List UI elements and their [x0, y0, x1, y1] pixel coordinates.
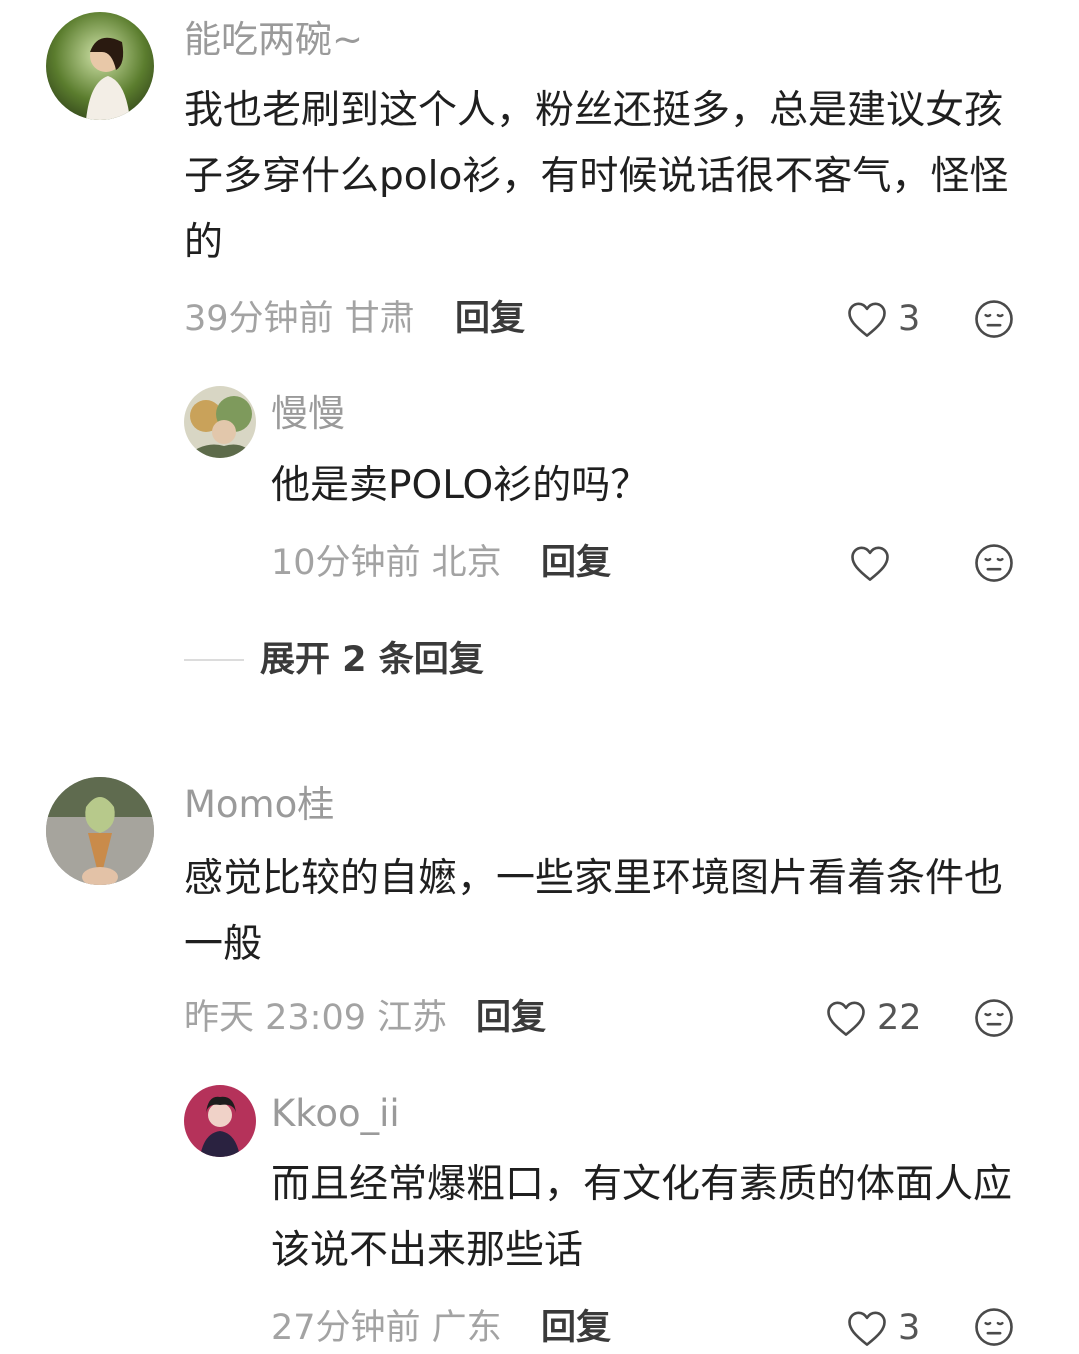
dislike-button[interactable]	[973, 542, 1015, 584]
avatar[interactable]	[184, 386, 256, 458]
reply-text: 而且经常爆粗口，有文化有素质的体面人应该说不出来那些话	[271, 1162, 1013, 1273]
username[interactable]: 慢慢	[271, 392, 345, 436]
heart-outline-icon	[846, 299, 888, 339]
like-button[interactable]: 22	[825, 996, 922, 1040]
meh-face-icon	[973, 997, 1015, 1039]
expand-replies-button[interactable]: 展开 2 条回复	[184, 638, 484, 682]
reply-button[interactable]: 回复	[541, 541, 611, 585]
reply-button[interactable]: 回复	[455, 297, 525, 341]
meh-face-icon	[973, 542, 1015, 584]
heart-outline-icon	[849, 543, 891, 583]
reply-time-location: 10分钟前 北京	[271, 543, 502, 583]
heart-outline-icon	[825, 998, 867, 1038]
reply-button[interactable]: 回复	[541, 1306, 611, 1350]
meh-face-icon	[973, 1306, 1015, 1348]
dislike-button[interactable]	[973, 1306, 1015, 1348]
dislike-button[interactable]	[973, 997, 1015, 1039]
reply-time-location: 27分钟前 广东	[271, 1308, 502, 1348]
like-button[interactable]: 3	[846, 1306, 920, 1350]
dislike-button[interactable]	[973, 298, 1015, 340]
divider-line	[184, 659, 244, 661]
like-count: 3	[898, 1308, 921, 1348]
expand-replies-label: 展开 2 条回复	[260, 640, 484, 680]
meh-face-icon	[973, 298, 1015, 340]
comment-time-location: 39分钟前 甘肃	[184, 299, 415, 339]
username[interactable]: Momo桂	[184, 783, 334, 827]
like-button[interactable]	[849, 541, 901, 585]
reply-button[interactable]: 回复	[476, 996, 546, 1040]
avatar[interactable]	[46, 777, 154, 885]
like-count: 22	[877, 998, 922, 1038]
reply-text: 他是卖POLO衫的吗？	[271, 463, 650, 508]
like-button[interactable]: 3	[846, 297, 920, 341]
username[interactable]: Kkoo_ii	[271, 1092, 400, 1136]
like-count: 3	[898, 299, 921, 339]
avatar[interactable]	[184, 1085, 256, 1157]
avatar[interactable]	[46, 12, 154, 120]
comment-time-location: 昨天 23:09 江苏	[184, 998, 448, 1038]
comment-text: 感觉比较的自嬷，一些家里环境图片看着条件也一般	[184, 856, 1004, 967]
username[interactable]: 能吃两碗~	[184, 18, 363, 62]
heart-outline-icon	[846, 1308, 888, 1348]
comment-text: 我也老刷到这个人，粉丝还挺多，总是建议女孩子多穿什么polo衫，有时候说话很不客…	[184, 88, 1009, 265]
